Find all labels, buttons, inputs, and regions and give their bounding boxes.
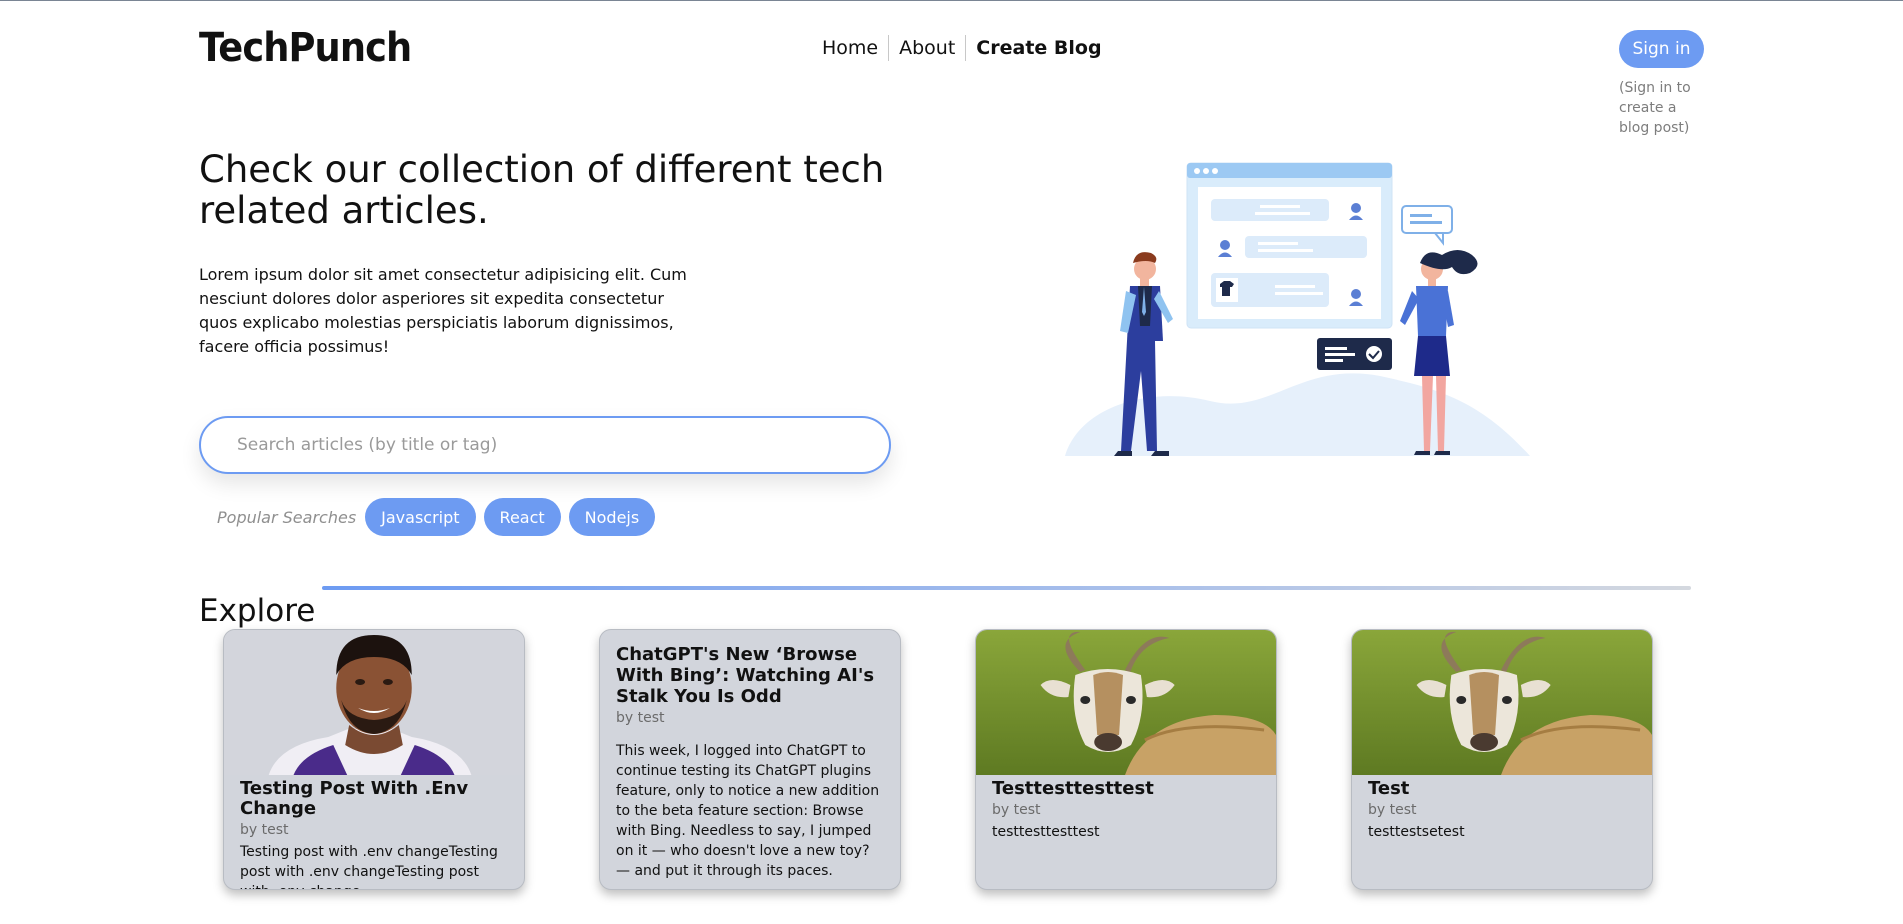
card-author: by test <box>992 802 1041 818</box>
card-thumbnail-portrait <box>224 630 524 775</box>
popular-searches-label: Popular Searches <box>217 507 357 527</box>
card-author: by test <box>1368 802 1417 818</box>
tag-react[interactable]: React <box>483 498 561 536</box>
explore-heading: Explore <box>199 592 316 629</box>
card-body: Testtesttesttest by test testtesttesttes… <box>976 775 1276 842</box>
nav-about-link[interactable]: About <box>889 35 965 61</box>
card-author: by test <box>240 822 289 838</box>
card-thumbnail-goat <box>1352 630 1652 775</box>
card-body: ChatGPT's New ‘Browse With Bing’: Watchi… <box>600 630 900 881</box>
nav-home-link[interactable]: Home <box>822 35 888 61</box>
article-card[interactable]: Testtesttesttest by test testtesttesttes… <box>975 629 1277 890</box>
nav-create-blog-link[interactable]: Create Blog <box>966 35 1111 61</box>
sign-in-note: (Sign in to create a blog post) <box>1619 80 1691 136</box>
explore-divider <box>322 586 1691 590</box>
main-nav: Home About Create Blog <box>822 35 1112 61</box>
card-title[interactable]: Test <box>1368 779 1636 799</box>
card-author: by test <box>616 710 665 726</box>
article-card[interactable]: Testing Post With .Env Change by test Te… <box>223 629 525 890</box>
hero-description: Lorem ipsum dolor sit amet consectetur a… <box>199 265 687 356</box>
sign-in-button[interactable]: Sign in <box>1619 30 1704 68</box>
article-card[interactable]: ChatGPT's New ‘Browse With Bing’: Watchi… <box>599 629 901 890</box>
hero-illustration <box>1065 162 1530 456</box>
card-title[interactable]: Testtesttesttest <box>992 779 1260 799</box>
card-excerpt: This week, I logged into ChatGPT to cont… <box>616 743 880 879</box>
card-excerpt: Testing post with .env changeTesting pos… <box>240 844 498 889</box>
card-excerpt: testtesttesttest <box>992 824 1100 840</box>
tag-nodejs[interactable]: Nodejs <box>568 498 656 536</box>
card-body: Test by test testtestsetest <box>1352 775 1652 842</box>
card-excerpt: testtestsetest <box>1368 824 1465 840</box>
card-title[interactable]: Testing Post With .Env Change <box>240 779 508 819</box>
hero-title: Check our collection of different tech r… <box>199 148 885 232</box>
tag-javascript[interactable]: Javascript <box>365 498 476 536</box>
site-logo[interactable]: TechPunch <box>199 25 412 71</box>
article-card[interactable]: Test by test testtestsetest <box>1351 629 1653 890</box>
card-thumbnail-goat <box>976 630 1276 775</box>
search-input[interactable] <box>199 416 891 474</box>
card-body: Testing Post With .Env Change by test Te… <box>224 775 524 890</box>
popular-searches: Popular Searches Javascript React Nodejs <box>217 498 663 536</box>
card-title[interactable]: ChatGPT's New ‘Browse With Bing’: Watchi… <box>616 644 884 707</box>
